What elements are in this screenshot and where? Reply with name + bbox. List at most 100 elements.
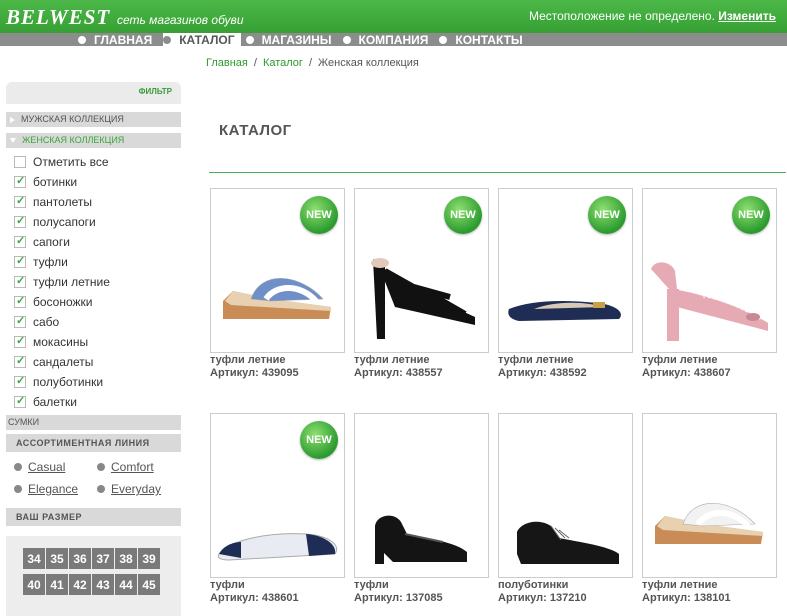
product-image[interactable]: NEW xyxy=(498,188,633,353)
category-checkbox[interactable]: Отметить все xyxy=(6,152,181,172)
size-button[interactable]: 42 xyxy=(69,574,91,595)
nav-label: КАТАЛОГ xyxy=(179,32,235,47)
product-card[interactable]: NEW туфли летние Артикул: 438557 xyxy=(354,188,489,380)
checkbox-checked-icon[interactable] xyxy=(14,314,26,328)
product-card[interactable]: туфли Артикул: 137085 xyxy=(354,413,489,605)
product-name[interactable]: туфли xyxy=(354,579,489,592)
category-checkbox[interactable]: туфли летние xyxy=(6,272,181,292)
product-card[interactable]: NEW туфли Артикул: 438601 xyxy=(210,413,345,605)
bags-section[interactable]: СУМКИ xyxy=(6,415,181,430)
product-article: Артикул: 438557 xyxy=(354,367,443,379)
product-article: Артикул: 438601 xyxy=(210,592,299,604)
product-image[interactable]: NEW xyxy=(210,413,345,578)
size-button[interactable]: 45 xyxy=(138,574,160,595)
title-divider xyxy=(209,172,786,173)
checkbox-checked-icon[interactable] xyxy=(14,354,26,368)
size-button[interactable]: 44 xyxy=(115,574,137,595)
category-checkbox[interactable]: полусапоги xyxy=(6,212,181,232)
line-elegance[interactable]: Elegance xyxy=(14,482,97,496)
breadcrumb-separator: / xyxy=(253,57,257,69)
checkbox-checked-icon[interactable] xyxy=(14,334,26,348)
category-checkbox[interactable]: босоножки xyxy=(6,292,181,312)
checkbox-checked-icon[interactable] xyxy=(14,234,26,248)
checkbox-checked-icon[interactable] xyxy=(14,254,26,268)
checkbox-checked-icon[interactable] xyxy=(14,194,26,208)
category-checkbox[interactable]: сапоги xyxy=(6,232,181,252)
product-name[interactable]: туфли летние xyxy=(642,354,777,367)
checkbox-checked-icon[interactable] xyxy=(14,274,26,288)
new-badge: NEW xyxy=(300,421,338,459)
nav-home[interactable]: ГЛАВНАЯ xyxy=(78,32,158,47)
product-card[interactable]: NEW туфли летние Артикул: 439095 xyxy=(210,188,345,380)
product-card[interactable]: полуботинки Артикул: 137210 xyxy=(498,413,633,605)
size-button[interactable]: 37 xyxy=(92,548,114,569)
nav-label: КОНТАКТЫ xyxy=(455,32,523,47)
product-article: Артикул: 138101 xyxy=(642,592,731,604)
logo[interactable]: BELWEST xyxy=(6,5,110,30)
breadcrumb-catalog[interactable]: Каталог xyxy=(263,57,303,69)
product-card[interactable]: NEW туфли летние Артикул: 438592 xyxy=(498,188,633,380)
category-checkbox[interactable]: мокасины xyxy=(6,332,181,352)
product-card[interactable]: туфли летние Артикул: 138101 xyxy=(642,413,777,605)
product-name[interactable]: туфли летние xyxy=(354,354,489,367)
location-bar: Местоположение не определено. Изменить xyxy=(529,9,776,23)
size-button[interactable]: 39 xyxy=(138,548,160,569)
dot-icon xyxy=(14,485,22,493)
product-image[interactable] xyxy=(642,413,777,578)
filter-header: ФИЛЬТР xyxy=(6,82,181,104)
category-checkbox[interactable]: сандалеты xyxy=(6,352,181,372)
nav-contacts[interactable]: КОНТАКТЫ xyxy=(439,32,528,47)
size-button[interactable]: 41 xyxy=(46,574,68,595)
checkbox-label: мокасины xyxy=(33,335,89,349)
line-casual[interactable]: Casual xyxy=(14,460,97,474)
women-collection-toggle[interactable]: ЖЕНСКАЯ КОЛЛЕКЦИЯ xyxy=(6,133,181,148)
product-name[interactable]: туфли летние xyxy=(210,354,345,367)
product-article: Артикул: 137085 xyxy=(354,592,443,604)
product-image[interactable] xyxy=(354,413,489,578)
size-button[interactable]: 34 xyxy=(23,548,45,569)
checkbox-checked-icon[interactable] xyxy=(14,174,26,188)
heeled-shoe-icon xyxy=(375,515,467,564)
checkbox-empty-icon[interactable] xyxy=(14,156,26,168)
new-badge: NEW xyxy=(444,196,482,234)
line-comfort[interactable]: Comfort xyxy=(97,460,177,474)
category-checkbox[interactable]: балетки xyxy=(6,392,181,412)
category-checkbox[interactable]: сабо xyxy=(6,312,181,332)
checkbox-checked-icon[interactable] xyxy=(14,374,26,388)
size-button[interactable]: 35 xyxy=(46,548,68,569)
checkbox-checked-icon[interactable] xyxy=(14,214,26,228)
checkbox-label: балетки xyxy=(33,395,77,409)
product-name[interactable]: туфли летние xyxy=(642,579,777,592)
checkbox-checked-icon[interactable] xyxy=(14,394,26,408)
wedge-sandal-icon xyxy=(655,503,763,544)
size-button[interactable]: 40 xyxy=(23,574,45,595)
product-image[interactable]: NEW xyxy=(210,188,345,353)
product-name[interactable]: полуботинки xyxy=(498,579,633,592)
size-button[interactable]: 36 xyxy=(69,548,91,569)
nav-company[interactable]: КОМПАНИЯ xyxy=(342,33,435,47)
checkbox-checked-icon[interactable] xyxy=(14,294,26,308)
product-image[interactable]: NEW xyxy=(642,188,777,353)
category-checkbox[interactable]: туфли xyxy=(6,252,181,272)
product-image[interactable] xyxy=(498,413,633,578)
nav-label: ГЛАВНАЯ xyxy=(94,32,153,47)
nav-catalog[interactable]: КАТАЛОГ xyxy=(163,32,241,47)
category-checkbox-list: Отметить все ботинки пантолеты полусапоги са… xyxy=(6,152,181,412)
product-card[interactable]: NEW туфли летние Артикул: 438607 xyxy=(642,188,777,380)
nav-stores[interactable]: МАГАЗИНЫ xyxy=(245,33,338,47)
category-checkbox[interactable]: пантолеты xyxy=(6,192,181,212)
product-image[interactable]: NEW xyxy=(354,188,489,353)
men-collection-toggle[interactable]: МУЖСКАЯ КОЛЛЕКЦИЯ xyxy=(6,112,181,127)
size-button[interactable]: 43 xyxy=(92,574,114,595)
line-label: Comfort xyxy=(111,460,154,474)
category-checkbox[interactable]: ботинки xyxy=(6,172,181,192)
filter-sidebar: ФИЛЬТР МУЖСКАЯ КОЛЛЕКЦИЯ ЖЕНСКАЯ КОЛЛЕКЦ… xyxy=(6,82,181,616)
category-checkbox[interactable]: полуботинки xyxy=(6,372,181,392)
size-button[interactable]: 38 xyxy=(115,548,137,569)
product-name[interactable]: туфли xyxy=(210,579,345,592)
change-location-link[interactable]: Изменить xyxy=(718,9,776,23)
product-name[interactable]: туфли летние xyxy=(498,354,633,367)
checkbox-label: ботинки xyxy=(33,175,78,189)
breadcrumb-home[interactable]: Главная xyxy=(206,57,248,69)
line-everyday[interactable]: Everyday xyxy=(97,482,177,496)
